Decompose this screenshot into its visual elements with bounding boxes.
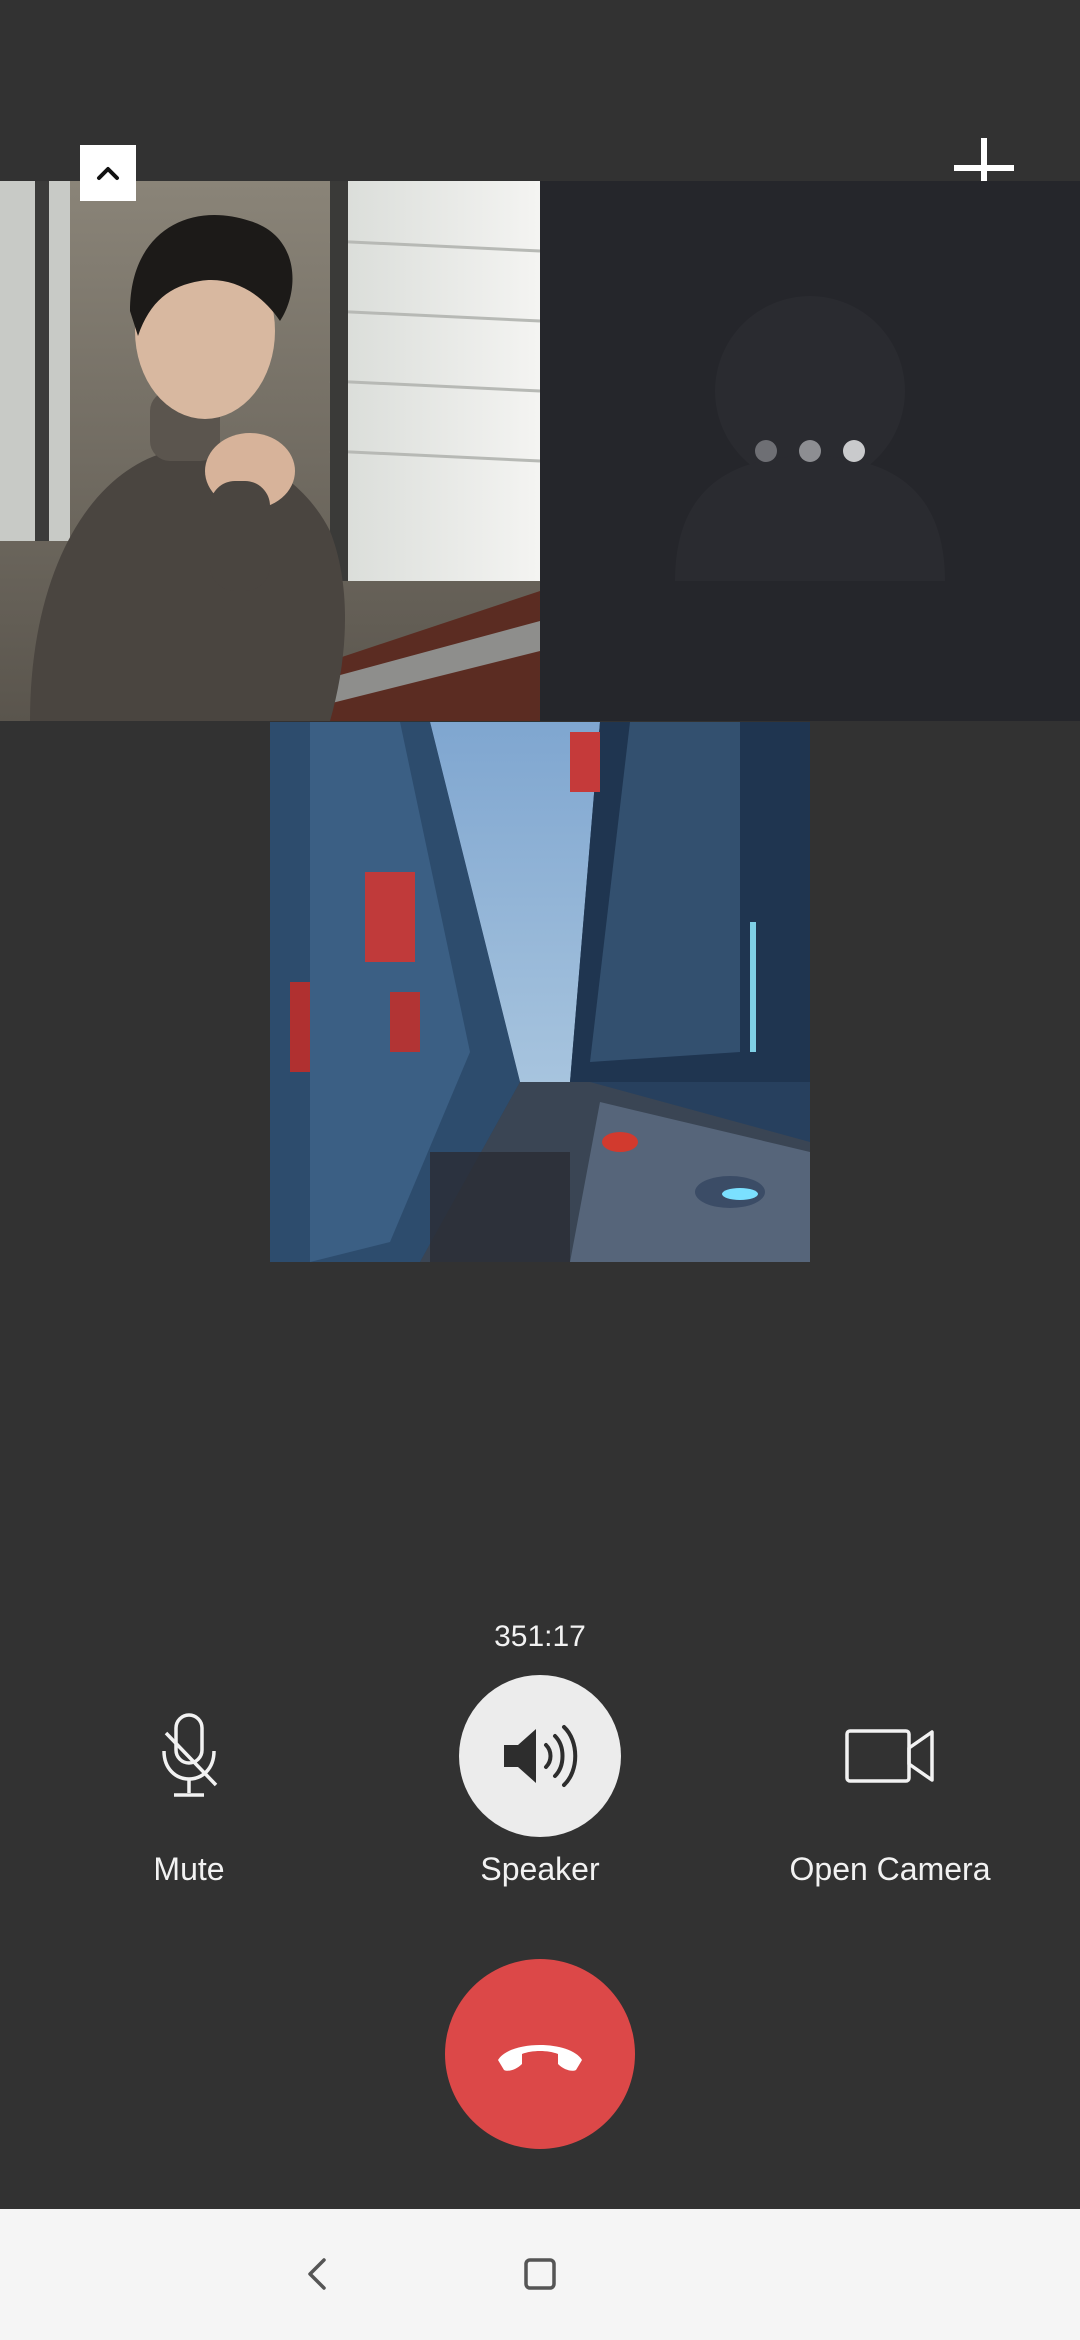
participant-video-image xyxy=(0,181,540,721)
participant-video-tile-1[interactable] xyxy=(0,181,540,721)
chevron-up-icon xyxy=(97,167,119,180)
square-icon xyxy=(524,2258,556,2290)
collapse-button[interactable] xyxy=(80,145,136,201)
loading-dot xyxy=(755,440,777,462)
loading-indicator xyxy=(540,181,1080,721)
system-navigation-bar xyxy=(0,2209,1080,2340)
phone-hangup-icon xyxy=(498,2045,582,2071)
participant-connecting-tile[interactable] xyxy=(540,181,1080,721)
open-camera-label: Open Camera xyxy=(789,1851,991,1887)
mute-button[interactable]: Mute xyxy=(39,1675,339,1888)
speaker-icon-wrap[interactable] xyxy=(459,1675,621,1837)
video-call-screen: 351:17 Mute Speaker Open Camera xyxy=(0,0,1080,2340)
chevron-left-icon xyxy=(308,2258,326,2290)
nav-back-button[interactable] xyxy=(283,2239,353,2309)
microphone-off-icon xyxy=(162,1713,218,1797)
camera-icon-wrap[interactable] xyxy=(809,1675,971,1837)
speaker-button[interactable]: Speaker xyxy=(390,1675,690,1888)
mute-icon-wrap[interactable] xyxy=(108,1675,270,1837)
open-camera-button[interactable]: Open Camera xyxy=(740,1675,1040,1888)
hang-up-button[interactable] xyxy=(445,1959,635,2149)
call-timer: 351:17 xyxy=(494,1620,586,1653)
participant-video-image xyxy=(270,722,810,1262)
loading-dot xyxy=(843,440,865,462)
speaker-label: Speaker xyxy=(480,1851,600,1887)
nav-home-button[interactable] xyxy=(505,2239,575,2309)
video-camera-icon xyxy=(845,1729,934,1783)
mute-label: Mute xyxy=(153,1851,225,1887)
loading-dot xyxy=(799,440,821,462)
participant-video-tile-2[interactable] xyxy=(270,722,810,1262)
speaker-icon xyxy=(504,1725,578,1787)
